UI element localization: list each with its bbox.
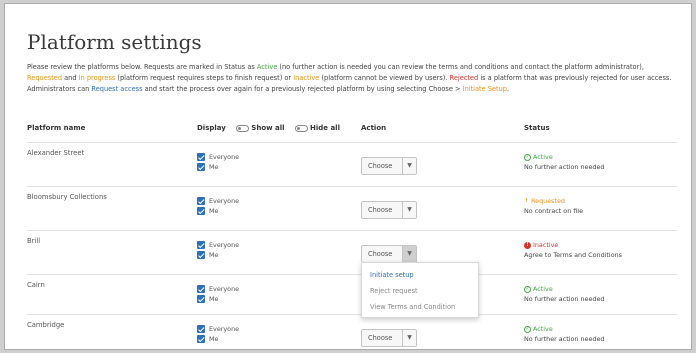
me-checkbox-icon[interactable]: [197, 163, 205, 171]
intro-in-progress-term: In progress: [78, 74, 116, 82]
column-header-platform-name: Platform name: [27, 124, 86, 132]
platform-name: Cambridge: [27, 321, 65, 329]
everyone-label: Everyone: [209, 241, 240, 249]
status-label: Active: [533, 285, 553, 293]
hide-all-toggle[interactable]: [295, 124, 308, 132]
display-options: Everyone Me: [197, 196, 239, 216]
menu-item-view-terms[interactable]: View Terms and Condition: [362, 299, 478, 315]
display-options: Everyone Me: [197, 284, 239, 304]
intro-part: Please review the platforms below. Reque…: [27, 63, 257, 71]
me-label: Me: [209, 251, 219, 259]
check-circle-icon: ✓: [524, 325, 531, 333]
action-select-label: Choose: [368, 250, 393, 258]
column-header-action: Action: [361, 124, 387, 132]
status-label: Requested: [531, 197, 565, 205]
action-select[interactable]: Choose ▼: [361, 201, 417, 219]
me-checkbox-icon[interactable]: [197, 335, 205, 343]
chevron-down-icon[interactable]: ▼: [402, 202, 416, 218]
status-subtext: No further action needed: [524, 335, 605, 343]
intro-part: (platform cannot be viewed by users).: [319, 74, 450, 82]
status-cell: ✓ Active No further action needed: [524, 324, 604, 344]
platform-name: Brill: [27, 237, 41, 245]
table-row: Bloomsbury Collections Everyone Me Choos…: [27, 186, 677, 230]
intro-part: (platform request requires steps to fini…: [115, 74, 294, 82]
everyone-checkbox-icon[interactable]: [197, 285, 205, 293]
display-options: Everyone Me: [197, 240, 239, 260]
status-subtext: No contract on file: [524, 207, 584, 215]
everyone-checkbox-icon[interactable]: [197, 197, 205, 205]
display-header-label: Display: [197, 124, 226, 132]
show-all-label: Show all: [251, 124, 285, 132]
status-cell: ✓ Active No further action needed: [524, 284, 604, 304]
check-circle-icon: ✓: [524, 285, 531, 293]
intro-inactive-term: Inactive: [293, 74, 320, 82]
intro-text: Please review the platforms below. Reque…: [27, 62, 677, 95]
page-title: Platform settings: [27, 30, 202, 54]
status-label: Active: [533, 153, 553, 161]
column-header-status: Status: [524, 124, 550, 132]
intro-active-term: Active: [256, 63, 278, 71]
check-circle-icon: ✓: [524, 153, 531, 161]
alert-circle-icon: !: [524, 241, 531, 249]
action-select-label: Choose: [368, 334, 393, 342]
table-header: Platform name Display Show all Hide all …: [27, 124, 677, 140]
action-select[interactable]: Choose ▼: [361, 245, 417, 263]
me-label: Me: [209, 335, 219, 343]
table-row: Alexander Street Everyone Me Choose ▼ ✓ Ac…: [27, 142, 677, 186]
status-subtext: No further action needed: [524, 163, 605, 171]
show-all-toggle[interactable]: [236, 124, 250, 132]
intro-requested-term: Requested: [27, 74, 63, 82]
menu-item-reject-request[interactable]: Reject request: [362, 283, 478, 299]
table-row: Brill Everyone Me Choose ▼ ! Inactive Agre…: [27, 230, 677, 274]
intro-part: and: [62, 74, 79, 82]
platform-name: Bloomsbury Collections: [27, 193, 107, 201]
everyone-label: Everyone: [209, 325, 240, 333]
status-cell: ! Requested No contract on file: [524, 196, 583, 216]
everyone-label: Everyone: [209, 197, 240, 205]
exclamation-icon: !: [525, 197, 528, 204]
status-label: Active: [533, 325, 553, 333]
status-subtext: Agree to Terms and Conditions: [524, 251, 622, 259]
everyone-label: Everyone: [209, 153, 240, 161]
intro-part: and start the process over again for a p…: [142, 85, 463, 93]
chevron-down-icon[interactable]: ▼: [402, 330, 416, 346]
me-label: Me: [209, 295, 219, 303]
me-checkbox-icon[interactable]: [197, 251, 205, 259]
table-row: Cambridge Everyone Me Choose ▼ ✓ Active No…: [27, 314, 677, 349]
action-select-label: Choose: [368, 162, 393, 170]
hide-all-label: Hide all: [310, 124, 340, 132]
intro-part: .: [506, 85, 510, 93]
intro-part: (no further action is needed you can rev…: [277, 63, 644, 71]
table-row: Cairn Everyone Me ✓ Active No further act…: [27, 274, 677, 318]
platform-name: Cairn: [27, 281, 45, 289]
platform-settings-panel: Platform settings Please review the plat…: [4, 3, 692, 350]
me-label: Me: [209, 163, 219, 171]
action-dropdown-menu: Initiate setup Reject request View Terms…: [361, 262, 479, 318]
status-label: Inactive: [533, 241, 559, 249]
everyone-checkbox-icon[interactable]: [197, 241, 205, 249]
intro-initiate-setup-term: Initiate Setup: [462, 85, 507, 93]
me-label: Me: [209, 207, 219, 215]
me-checkbox-icon[interactable]: [197, 295, 205, 303]
action-select-label: Choose: [368, 206, 393, 214]
status-subtext: No further action needed: [524, 295, 605, 303]
action-select[interactable]: Choose ▼: [361, 157, 417, 175]
chevron-down-icon[interactable]: ▼: [402, 158, 416, 174]
action-select[interactable]: Choose ▼: [361, 329, 417, 347]
display-options: Everyone Me: [197, 324, 239, 344]
status-cell: ! Inactive Agree to Terms and Conditions: [524, 240, 622, 260]
intro-rejected-term: Rejected: [449, 74, 479, 82]
everyone-label: Everyone: [209, 285, 240, 293]
me-checkbox-icon[interactable]: [197, 207, 205, 215]
platform-name: Alexander Street: [27, 149, 85, 157]
display-options: Everyone Me: [197, 152, 239, 172]
column-header-display: Display Show all Hide all: [197, 124, 340, 132]
status-cell: ✓ Active No further action needed: [524, 152, 604, 172]
menu-item-initiate-setup[interactable]: Initiate setup: [362, 267, 478, 283]
chevron-down-icon[interactable]: ▼: [402, 246, 416, 262]
everyone-checkbox-icon[interactable]: [197, 325, 205, 333]
everyone-checkbox-icon[interactable]: [197, 153, 205, 161]
request-access-link[interactable]: Request access: [91, 85, 142, 93]
